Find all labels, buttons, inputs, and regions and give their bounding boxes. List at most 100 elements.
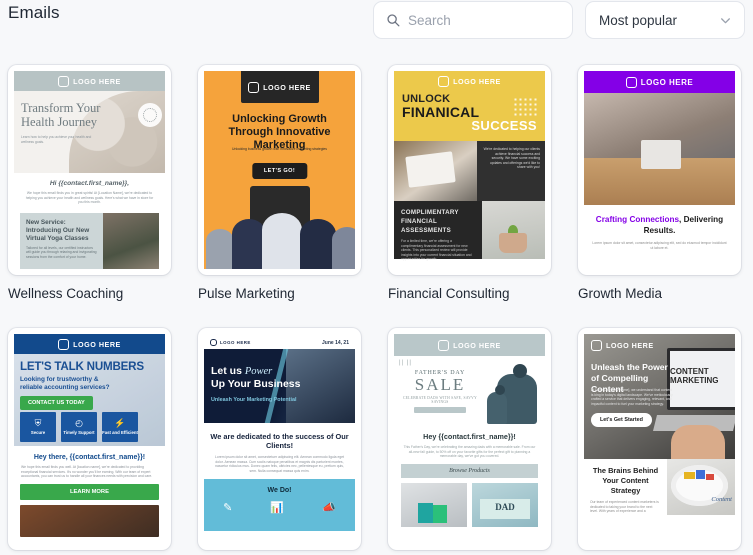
- body-text: This Father's Day, we're celebrating the…: [403, 445, 536, 459]
- logo-icon: [591, 340, 602, 351]
- dot-pattern-icon: [513, 97, 539, 117]
- hero-subhead: Unlocking business growth with innovativ…: [232, 147, 327, 151]
- feature-caption: Timely Support: [63, 430, 95, 435]
- hand-shape: [671, 425, 725, 459]
- cta-button[interactable]: Let's Get Started: [591, 413, 652, 427]
- headline-block: UNLOCK FINANICAL SUCCESS: [394, 91, 545, 141]
- logo-bar: LOGO HERE: [14, 71, 165, 91]
- template-card-power-up-business[interactable]: LOGO HERE June 14, 21 Let us Power Up Yo…: [198, 328, 361, 550]
- body-text: We hope this email finds you in great sp…: [25, 191, 154, 205]
- content-photo: Content: [667, 459, 735, 515]
- template-card-accounting[interactable]: LOGO HERE LET'S TALK NUMBERS Looking for…: [8, 328, 171, 550]
- template-cell: CONTENT MARKETING LOGO HERE Unleash the …: [578, 328, 741, 550]
- intro-text: We're dedicated to helping our clients a…: [477, 141, 545, 201]
- template-card-pulse-marketing[interactable]: LOGO HERE Unlocking Growth Through Innov…: [198, 65, 361, 275]
- offer-block: COMPLIMENTARY FINANCIAL ASSESSMENTS For …: [394, 201, 482, 262]
- template-label: Growth Media: [578, 286, 663, 301]
- headline-script: Power: [244, 366, 273, 377]
- template-card-content-marketing[interactable]: CONTENT MARKETING LOGO HERE Unleash the …: [578, 328, 741, 550]
- cta-button[interactable]: LET'S GO!: [251, 163, 308, 179]
- pot-shape: [499, 233, 528, 253]
- template-cell: LOGO HERE Unlocking Growth Through Innov…: [198, 65, 361, 301]
- page-title: Emails: [8, 3, 60, 22]
- logo-icon: [625, 76, 637, 88]
- logo-text: LOGO HERE: [263, 82, 311, 92]
- logo-icon: [438, 339, 450, 351]
- feature-caption: Fast and Efficient: [102, 430, 138, 435]
- template-thumbnail: LOGO HERE Transform Your Health Journey …: [14, 71, 165, 269]
- logo-text: LOGO HERE: [73, 339, 121, 349]
- bolt-icon: ⚡: [114, 418, 126, 428]
- color-swatch: [706, 473, 715, 480]
- father-head: [513, 364, 527, 378]
- hero-subhead: CELEBRATE DADS WITH SAFE, SAVVY SAVINGS: [403, 396, 477, 404]
- template-cell: LOGO HERE Crafting Connections, Deliveri…: [578, 65, 741, 301]
- template-cell: LOGO HERE || || FATHER'S DAY SALE CELEBR…: [388, 328, 551, 550]
- template-cell: LOGO HERE Transform Your Health Journey …: [8, 65, 171, 301]
- laptop-shape: [641, 140, 681, 170]
- team-photo: [204, 207, 355, 269]
- logo-bar: LOGO HERE: [394, 334, 545, 356]
- browse-products-button[interactable]: Browse Products: [401, 463, 538, 478]
- hero-section: CONTENT MARKETING LOGO HERE Unleash the …: [584, 334, 735, 459]
- logo-icon: [248, 81, 260, 93]
- section-body: Our team of experienced content marketer…: [590, 500, 659, 514]
- cta-button[interactable]: CONTACT US TODAY: [20, 396, 93, 410]
- search-input[interactable]: [408, 12, 560, 28]
- template-thumbnail: LOGO HERE UNLOCK FINANICAL SUCCESS We're…: [394, 71, 545, 269]
- template-card-growth-media[interactable]: LOGO HERE Crafting Connections, Deliveri…: [578, 65, 741, 275]
- template-cell: LOGO HERE June 14, 21 Let us Power Up Yo…: [198, 328, 361, 550]
- logo-block: LOGO HERE: [240, 71, 319, 103]
- section-title: The Brains Behind Your Content Strategy: [592, 466, 659, 495]
- headline: Crafting Connections, Delivering Results…: [592, 214, 727, 236]
- hero-section: LET'S TALK NUMBERS Looking for trustwort…: [14, 354, 165, 446]
- logo-text: LOGO HERE: [453, 76, 501, 86]
- template-thumbnail: LOGO HERE LET'S TALK NUMBERS Looking for…: [14, 334, 165, 544]
- logo-bar: LOGO HERE: [14, 334, 165, 354]
- sort-dropdown[interactable]: Most popular: [585, 1, 745, 39]
- best-dad-photo: DAD: [472, 482, 538, 527]
- promo-title: New Service: Introducing Our New Virtual…: [26, 218, 90, 242]
- template-card-wellness-coaching[interactable]: LOGO HERE Transform Your Health Journey …: [8, 65, 171, 275]
- email-date: June 14, 21: [322, 339, 349, 346]
- sort-dropdown-value: Most popular: [599, 12, 678, 28]
- presentation-icon: 📊: [270, 502, 285, 515]
- hero-headline: LET'S TALK NUMBERS: [20, 360, 144, 373]
- body-text: Lorem ipsum dolor sit amet, consectetur …: [592, 241, 727, 250]
- hero-section: Transform Your Health Journey Learn how …: [14, 91, 165, 173]
- clock-icon: ◴: [75, 418, 83, 428]
- color-swatch: [683, 472, 696, 479]
- body-text: We hope this email finds you well. At [l…: [21, 465, 153, 479]
- child-figure: [487, 392, 507, 424]
- template-cell: LOGO HERE LET'S TALK NUMBERS Looking for…: [8, 328, 171, 550]
- headline-line-3: SUCCESS: [471, 118, 537, 133]
- logo-text: LOGO HERE: [220, 340, 251, 345]
- hero-section: Let us Power Up Your Business Unleash Yo…: [204, 349, 355, 423]
- learn-more-button[interactable]: LEARN MORE: [20, 483, 159, 500]
- team-photo: [584, 93, 735, 205]
- logo-icon: [58, 75, 70, 87]
- template-grid: LOGO HERE Transform Your Health Journey …: [0, 47, 753, 555]
- cta-pill: [414, 407, 466, 413]
- logo-bar: LOGO HERE: [584, 71, 735, 93]
- shopping-bags-photo: [401, 482, 467, 527]
- hero-headline: Let us Power Up Your Business: [211, 365, 300, 391]
- template-label: Pulse Marketing: [198, 286, 295, 301]
- logo-icon: [210, 339, 217, 346]
- bag-shape: [418, 502, 433, 523]
- meeting-photo: [394, 141, 478, 201]
- offer-body: For a limited time, we're offering a com…: [401, 239, 472, 262]
- chart-document: [405, 151, 456, 189]
- logo-text: LOGO HERE: [453, 340, 501, 350]
- child-head: [495, 385, 505, 395]
- template-card-fathers-day-sale[interactable]: LOGO HERE || || FATHER'S DAY SALE CELEBR…: [388, 328, 551, 550]
- door-photo: [20, 504, 159, 537]
- logo-text: LOGO HERE: [606, 341, 654, 350]
- greeting: Hey {{contact.first_name}}!: [423, 432, 516, 441]
- template-card-financial-consulting[interactable]: LOGO HERE UNLOCK FINANICAL SUCCESS We're…: [388, 65, 551, 275]
- template-cell: LOGO HERE UNLOCK FINANICAL SUCCESS We're…: [388, 65, 551, 301]
- greeting: Hi {{contact.first_name}},: [49, 180, 130, 187]
- logo-icon: [58, 338, 70, 350]
- feature-item: ◴ Timely Support: [61, 412, 97, 442]
- search-box[interactable]: [373, 1, 573, 39]
